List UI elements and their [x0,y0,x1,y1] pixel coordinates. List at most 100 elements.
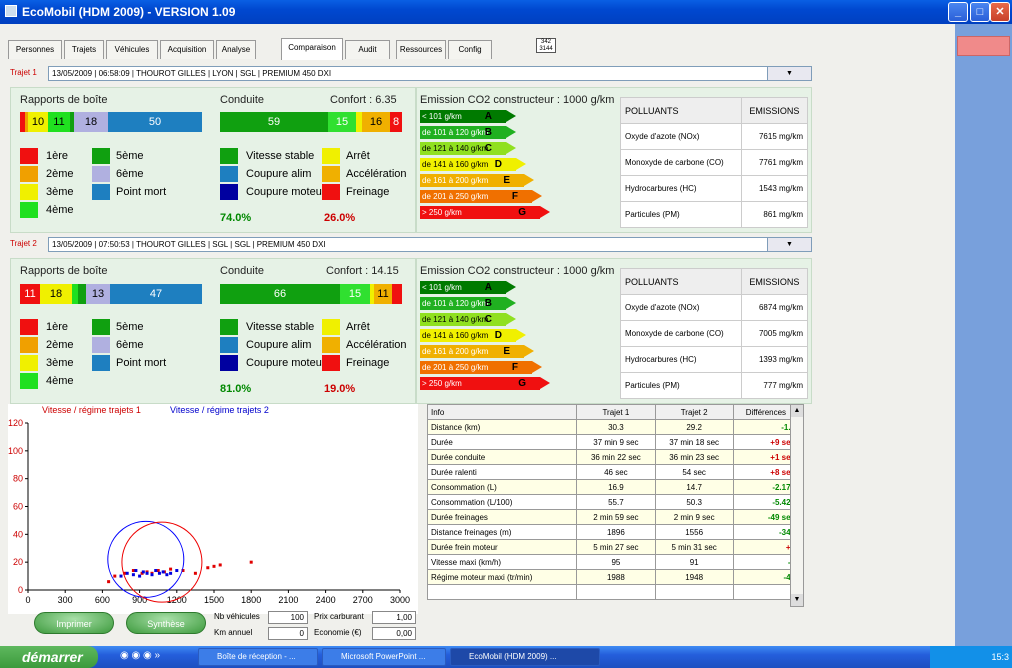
co2-range: de 141 à 160 g/km [422,331,489,340]
data-point-series2 [175,569,179,573]
trip2-confort: Confort : 14.15 [326,265,399,277]
arrow-icon [506,110,516,122]
tab-comparaison[interactable]: Comparaison [281,38,343,60]
legend-3eme: 3ème [46,357,74,369]
co2-class-g: > 250 g/km G [420,377,550,390]
maximize-button[interactable]: □ [970,2,990,22]
data-point-series2 [141,570,145,574]
arrow-icon [524,174,534,186]
arrow-icon [506,297,516,309]
legend-5eme: 5ème [116,321,144,333]
legend-2eme: 2ème [46,339,74,351]
pollutant-name: Oxyde d'azote (NOx) [620,294,742,321]
start-label: démarrer [22,649,83,665]
task-powerpoint[interactable]: Microsoft PowerPoint ... [322,648,446,666]
legend-acceleration: Accélération [346,168,407,180]
co2-class-d: de 141 à 160 g/km D [420,329,526,342]
arrow-icon [532,190,542,202]
legend-swatch [322,184,340,200]
data-point-series1 [113,574,117,578]
trip1-confort: Confort : 6.35 [330,94,397,106]
side-panel [955,24,1012,646]
co2-letter: A [484,111,492,122]
co2-class-f: de 201 à 250 g/km F [420,190,542,203]
print-button[interactable]: Imprimer [34,612,114,634]
trip2-co2-scale: < 101 g/km A de 101 à 120 g/km B de 121 à … [420,281,550,397]
pollutant-value: 1393 mg/km [740,346,809,373]
table-cell: 37 min 9 sec [576,434,656,450]
data-point-series2 [138,574,142,578]
co2-letter: B [484,127,492,138]
table-cell: 50.3 [654,494,734,510]
legend-swatch [220,184,238,200]
chevron-down-icon[interactable]: ▼ [767,238,811,251]
nb-vehicules-input[interactable]: 100 [268,611,308,624]
table-cell: -2.175 [732,479,800,495]
trip1-select[interactable]: 13/05/2009 | 06:58:09 | THOUROT GILLES |… [48,66,812,81]
co2-range: > 250 g/km [422,379,462,388]
data-point-series2 [169,571,173,575]
arrow-icon [506,313,516,325]
synthese-button[interactable]: Synthèse [126,612,206,634]
legend-swatch [220,148,238,164]
tab-acquisition[interactable]: Acquisition [160,40,214,59]
cond-seg-frein: 8 [390,112,402,132]
tab-config[interactable]: Config [448,40,492,59]
co2-range: de 121 à 140 g/km [422,315,489,324]
trip2-select[interactable]: 13/05/2009 | 07:50:53 | THOUROT GILLES |… [48,237,812,252]
y-tick-label: 120 [8,418,23,428]
scroll-down-icon[interactable]: ▼ [791,594,803,606]
alert-indicator [957,36,1010,56]
tab-vehicules[interactable]: Véhicules [106,40,158,59]
economie-input[interactable]: 0,00 [372,627,416,640]
tab-trajets[interactable]: Trajets [64,40,104,59]
x-tick-label: 3000 [390,595,410,605]
table-cell: 5 min 31 sec [654,539,734,555]
x-tick-label: 1500 [204,595,224,605]
pollutant-header: POLLUANTS [620,268,742,295]
start-button[interactable]: démarrer [0,646,98,668]
legend-coupure-moteur: Coupure moteur [246,186,326,198]
prix-carburant-input[interactable]: 1,00 [372,611,416,624]
table-cell: Régime moteur maxi (tr/min) [426,569,578,585]
co2-class-b: de 101 à 120 g/km B [420,297,516,310]
trip1-gear-bar: 10 11 18 50 [20,112,202,132]
km-annuel-input[interactable]: 0 [268,627,308,640]
tab-ressources[interactable]: Ressources [396,40,446,59]
scroll-up-icon[interactable]: ▲ [791,405,803,417]
quick-launch[interactable]: ◉ ◉ ◉ » [120,650,180,664]
task-inbox[interactable]: Boîte de réception - ... [198,648,318,666]
table-cell: +8 sec [732,464,800,480]
legend-4eme: 4ème [46,375,74,387]
record-counter: 342 3144 [536,38,556,53]
legend-swatch [92,166,110,182]
comparison-table: Info Trajet 1 Trajet 2 Différences Distance … [426,404,800,600]
co2-class-c: de 121 à 140 g/km C [420,313,516,326]
arrow-icon [506,142,516,154]
task-ecomobil[interactable]: EcoMobil (HDM 2009) ... [450,648,600,666]
table-cell: -5.420 [732,494,800,510]
tab-personnes[interactable]: Personnes [8,40,62,59]
arrow-icon [540,377,550,389]
minimize-button[interactable]: _ [948,2,968,22]
chevron-down-icon[interactable]: ▼ [767,67,811,80]
x-tick-label: 600 [95,595,110,605]
table-scrollbar[interactable]: ▲ ▼ [790,404,804,607]
chart-legend-trip1: Vitesse / régime trajets 1 [42,405,141,415]
close-button[interactable]: ✕ [990,2,1010,22]
trip2-pct-left: 81.0% [220,383,252,395]
co2-range: de 141 à 160 g/km [422,160,489,169]
table-cell: 2 min 59 sec [576,509,656,525]
table-cell: 1988 [576,569,656,585]
legend-swatch [220,355,238,371]
tab-audit[interactable]: Audit [345,40,390,59]
gear-seg-6: 13 [86,284,110,304]
co2-letter: B [484,298,492,309]
cond-seg-accel: 16 [362,112,390,132]
co2-class-e: de 161 à 200 g/km E [420,174,534,187]
column-header: Info [426,404,578,420]
table-cell: -1.1 [732,419,800,435]
gear-seg-neutral: 50 [108,112,202,132]
co2-range: de 101 à 120 g/km [422,299,489,308]
tab-analyse[interactable]: Analyse [216,40,256,59]
